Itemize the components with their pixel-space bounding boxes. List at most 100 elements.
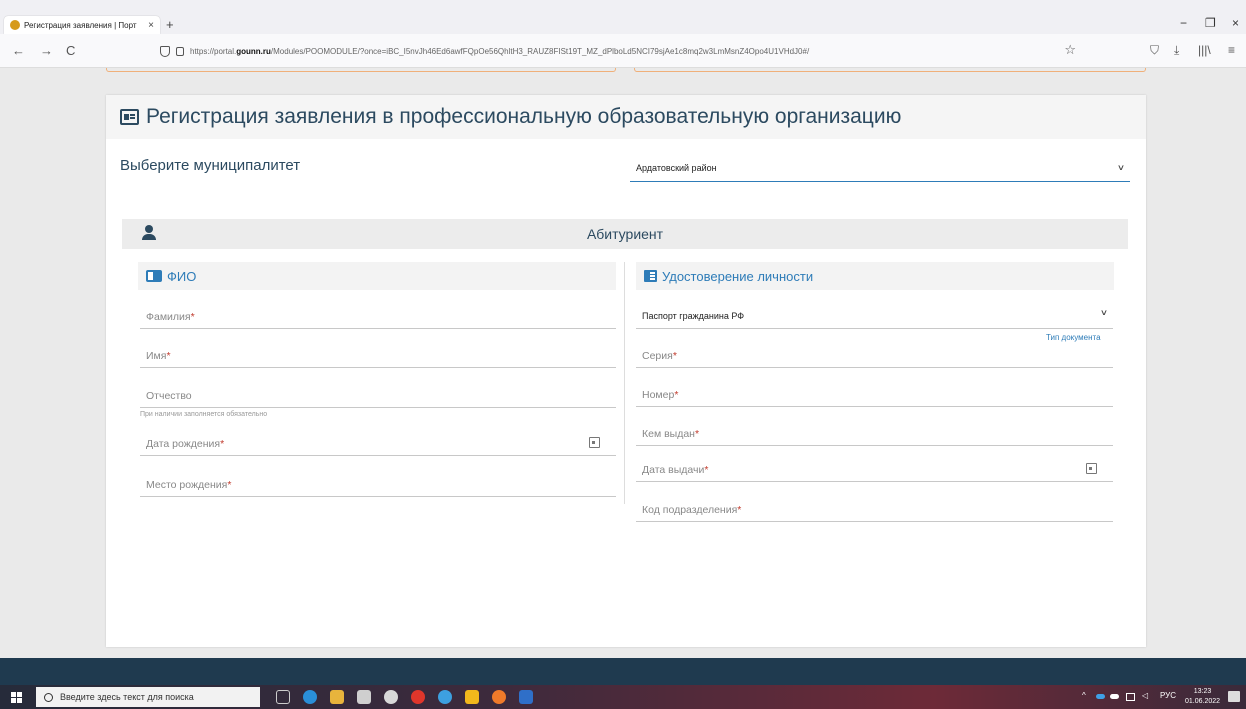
document-type-value: Паспорт гражданина РФ bbox=[642, 311, 745, 321]
issued-by-field[interactable]: Кем выдан* bbox=[636, 422, 1113, 446]
number-field[interactable]: Номер* bbox=[636, 383, 1113, 407]
back-icon[interactable]: ← bbox=[12, 43, 25, 58]
windows-taskbar: Введите здесь текст для поиска ^ ◁ РУС 1… bbox=[0, 685, 1246, 709]
file-explorer-icon[interactable] bbox=[330, 690, 344, 704]
document-type-select[interactable]: Паспорт гражданина РФ ∨ bbox=[636, 305, 1113, 329]
tray-overflow-icon[interactable]: ^ bbox=[1082, 691, 1086, 700]
surname-field[interactable]: Фамилия* bbox=[140, 305, 616, 329]
municipality-select[interactable]: Ардатовский район ∨ bbox=[630, 160, 1130, 182]
contact-card-icon bbox=[146, 270, 162, 282]
store-icon[interactable] bbox=[357, 690, 371, 704]
tracking-shield-icon[interactable] bbox=[160, 45, 170, 57]
required-mark: * bbox=[166, 350, 171, 362]
issue-date-label: Дата выдачи bbox=[642, 464, 705, 476]
browser-tab-bar: Регистрация заявления | Порт × + − ❐ × bbox=[0, 0, 1246, 34]
clock-time: 13:23 bbox=[1193, 688, 1212, 695]
name-label: Имя bbox=[146, 350, 167, 362]
close-window-button[interactable]: × bbox=[1232, 16, 1239, 30]
municipality-label: Выберите муниципалитет bbox=[120, 157, 301, 174]
tab-title: Регистрация заявления | Порт bbox=[24, 20, 137, 30]
applicant-section-header: Абитуриент bbox=[122, 219, 1128, 249]
yandex-browser-icon[interactable] bbox=[384, 690, 398, 704]
page-footer-bar bbox=[0, 658, 1246, 685]
word-icon[interactable] bbox=[519, 690, 533, 704]
name-field[interactable]: Имя* bbox=[140, 344, 616, 368]
field-edge-left bbox=[106, 68, 616, 72]
onedrive-icon[interactable] bbox=[1096, 694, 1105, 699]
power-bi-icon[interactable] bbox=[465, 690, 479, 704]
pocket-icon[interactable]: ⛉ bbox=[1150, 43, 1159, 58]
url-text[interactable]: https://portal.gounn.ru/Modules/POOMODUL… bbox=[190, 47, 809, 56]
firefox-icon[interactable] bbox=[492, 690, 506, 704]
search-icon bbox=[44, 692, 53, 702]
menu-icon[interactable]: ≡ bbox=[1228, 43, 1235, 57]
restore-button[interactable]: ❐ bbox=[1205, 16, 1216, 30]
bookmark-star-icon[interactable]: ☆ bbox=[1064, 42, 1076, 58]
taskbar-search[interactable]: Введите здесь текст для поиска bbox=[36, 687, 260, 707]
calendar-icon[interactable] bbox=[589, 437, 600, 448]
search-placeholder: Введите здесь текст для поиска bbox=[60, 692, 194, 702]
series-field[interactable]: Серия* bbox=[636, 344, 1113, 368]
fio-header: ФИО bbox=[138, 262, 616, 290]
identity-header-label: Удостоверение личности bbox=[662, 268, 814, 284]
chevron-down-icon[interactable]: ∨ bbox=[1117, 163, 1125, 172]
municipality-value: Ардатовский район bbox=[636, 163, 717, 173]
required-mark: * bbox=[672, 350, 677, 362]
field-edge-right bbox=[634, 68, 1146, 72]
browser-tab[interactable]: Регистрация заявления | Порт × bbox=[4, 16, 160, 34]
app-icon[interactable] bbox=[438, 690, 452, 704]
number-label: Номер bbox=[642, 389, 675, 401]
site-favicon-icon bbox=[10, 20, 20, 30]
surname-label: Фамилия bbox=[146, 311, 191, 323]
chevron-down-icon[interactable]: ∨ bbox=[1100, 308, 1108, 317]
department-code-field[interactable]: Код подразделения* bbox=[636, 498, 1113, 522]
language-indicator[interactable]: РУС bbox=[1160, 691, 1176, 700]
forward-icon[interactable]: → bbox=[40, 43, 53, 58]
required-mark: * bbox=[674, 389, 679, 401]
windows-start-icon[interactable] bbox=[11, 692, 22, 703]
document-icon bbox=[644, 270, 657, 282]
patronymic-field[interactable]: Отчество bbox=[140, 384, 616, 408]
download-icon[interactable]: ⤓ bbox=[1174, 43, 1179, 58]
notifications-icon[interactable] bbox=[1228, 691, 1240, 702]
required-mark: * bbox=[220, 438, 225, 450]
page-body: Регистрация заявления в профессиональную… bbox=[0, 68, 1246, 658]
required-mark: * bbox=[190, 311, 195, 323]
cloud-icon[interactable] bbox=[1110, 694, 1119, 699]
volume-icon[interactable]: ◁ bbox=[1142, 691, 1148, 700]
patronymic-hint: При наличии заполняется обязательно bbox=[140, 411, 268, 418]
required-mark: * bbox=[227, 479, 232, 491]
library-icon[interactable]: |||\ bbox=[1198, 43, 1211, 57]
taskbar-clock[interactable]: 13:23 01.06.2022 bbox=[1185, 687, 1220, 707]
calendar-icon[interactable] bbox=[1086, 463, 1097, 474]
registration-card: Регистрация заявления в профессиональную… bbox=[106, 95, 1146, 647]
lock-icon[interactable] bbox=[176, 46, 184, 56]
new-tab-button[interactable]: + bbox=[166, 17, 174, 32]
required-mark: * bbox=[737, 504, 742, 516]
column-divider bbox=[624, 262, 625, 504]
clock-date: 01.06.2022 bbox=[1185, 698, 1221, 705]
section-title: Абитуриент bbox=[586, 226, 664, 242]
address-bar[interactable]: https://portal.gounn.ru/Modules/POOMODUL… bbox=[150, 40, 1090, 62]
identity-header: Удостоверение личности bbox=[636, 262, 1114, 290]
required-mark: * bbox=[694, 428, 700, 440]
department-code-label: Код подразделения bbox=[642, 504, 738, 516]
patronymic-label: Отчество bbox=[146, 390, 192, 402]
required-mark: * bbox=[704, 464, 709, 476]
series-label: Серия bbox=[642, 350, 673, 362]
issue-date-field[interactable]: Дата выдачи* bbox=[636, 458, 1113, 482]
network-icon[interactable] bbox=[1126, 693, 1135, 701]
browser-nav-bar: ← → C https://portal.gounn.ru/Modules/PO… bbox=[0, 34, 1246, 68]
minimize-button[interactable]: − bbox=[1180, 16, 1187, 30]
edge-browser-icon[interactable] bbox=[303, 690, 317, 704]
birth-place-field[interactable]: Место рождения* bbox=[140, 473, 616, 497]
birth-date-label: Дата рождения bbox=[146, 438, 221, 450]
birth-date-field[interactable]: Дата рождения* bbox=[140, 432, 616, 456]
reload-icon[interactable]: C bbox=[66, 43, 75, 58]
task-view-icon[interactable] bbox=[276, 690, 290, 704]
yandex-icon[interactable] bbox=[411, 690, 425, 704]
fio-header-label: ФИО bbox=[167, 268, 197, 284]
birth-place-label: Место рождения bbox=[146, 479, 228, 491]
tab-close-icon[interactable]: × bbox=[148, 20, 154, 31]
issued-by-label: Кем выдан bbox=[642, 428, 695, 440]
